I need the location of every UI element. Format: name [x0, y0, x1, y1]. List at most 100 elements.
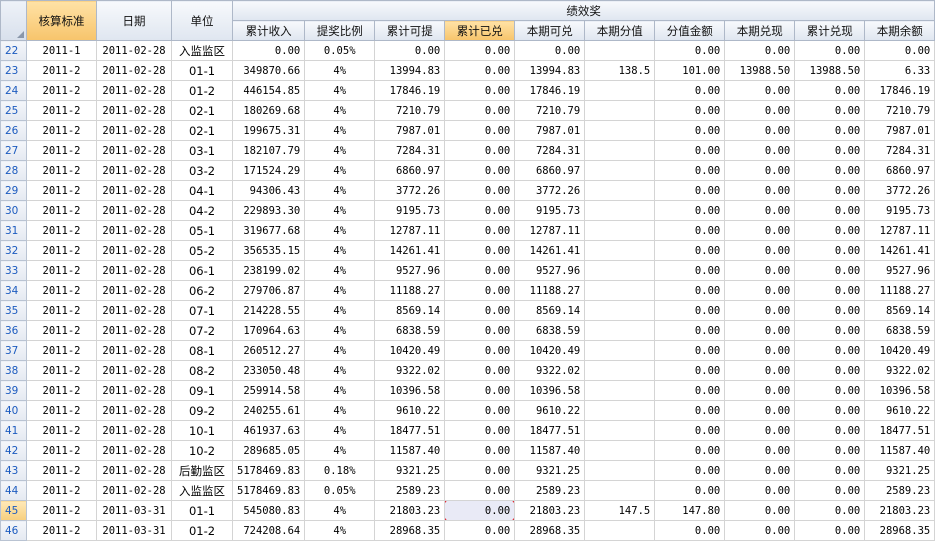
- cell-score-amount[interactable]: 0.00: [654, 240, 726, 261]
- cell-cum-income[interactable]: 238199.02: [231, 260, 306, 281]
- cell-period-redeemable[interactable]: 6838.59: [514, 320, 586, 341]
- cell-unit[interactable]: 01-1: [171, 500, 233, 521]
- cell-period-score[interactable]: [584, 200, 656, 221]
- cell-period-paid[interactable]: 0.00: [724, 460, 796, 481]
- cell-cum-income[interactable]: 170964.63: [231, 320, 306, 341]
- table-row[interactable]: 23 2011-2 2011-02-28 01-1 349870.66 4% 13994.8…: [0, 60, 936, 81]
- cell-period-paid[interactable]: 0.00: [724, 200, 796, 221]
- cell-standard[interactable]: 2011-2: [26, 80, 97, 101]
- cell-rate[interactable]: 4%: [304, 200, 376, 221]
- cell-cum-paid[interactable]: 13988.50: [794, 60, 866, 81]
- cell-date[interactable]: 2011-02-28: [96, 220, 172, 241]
- header-unit[interactable]: 单位: [171, 0, 233, 41]
- cell-period-redeemable[interactable]: 28968.35: [514, 520, 586, 541]
- cell-rate[interactable]: 4%: [304, 180, 376, 201]
- cell-cum-paid[interactable]: 0.00: [794, 480, 866, 501]
- cell-score-amount[interactable]: 0.00: [654, 160, 726, 181]
- cell-date[interactable]: 2011-02-28: [96, 480, 172, 501]
- row-number[interactable]: 33: [0, 260, 27, 281]
- cell-period-redeemable[interactable]: 7210.79: [514, 100, 586, 121]
- cell-cum-income[interactable]: 171524.29: [231, 160, 306, 181]
- cell-cum-paid[interactable]: 0.00: [794, 460, 866, 481]
- cell-standard[interactable]: 2011-2: [26, 120, 97, 141]
- cell-cum-income[interactable]: 180269.68: [231, 100, 306, 121]
- cell-period-score[interactable]: [584, 220, 656, 241]
- row-number[interactable]: 24: [0, 80, 27, 101]
- cell-score-amount[interactable]: 0.00: [654, 80, 726, 101]
- cell-rate[interactable]: 4%: [304, 360, 376, 381]
- cell-cum-paid[interactable]: 0.00: [794, 320, 866, 341]
- row-number[interactable]: 25: [0, 100, 27, 121]
- cell-period-score[interactable]: [584, 180, 656, 201]
- cell-unit[interactable]: 10-1: [171, 420, 233, 441]
- cell-score-amount[interactable]: 0.00: [654, 260, 726, 281]
- cell-standard[interactable]: 2011-1: [26, 40, 97, 61]
- cell-score-amount[interactable]: 0.00: [654, 480, 726, 501]
- cell-standard[interactable]: 2011-2: [26, 200, 97, 221]
- cell-period-balance[interactable]: 9195.73: [864, 200, 936, 221]
- cell-cum-redeemed[interactable]: 0.00: [444, 480, 516, 501]
- row-number[interactable]: 46: [0, 520, 27, 541]
- cell-date[interactable]: 2011-02-28: [96, 440, 172, 461]
- cell-rate[interactable]: 4%: [304, 440, 376, 461]
- cell-cum-available[interactable]: 10396.58: [374, 380, 446, 401]
- cell-score-amount[interactable]: 0.00: [654, 400, 726, 421]
- cell-period-score[interactable]: [584, 440, 656, 461]
- cell-cum-paid[interactable]: 0.00: [794, 500, 866, 521]
- cell-standard[interactable]: 2011-2: [26, 60, 97, 81]
- table-row[interactable]: 22 2011-1 2011-02-28 入监监区 0.00 0.05% 0.00 0.00 0…: [0, 40, 936, 61]
- table-row[interactable]: 32 2011-2 2011-02-28 05-2 356535.15 4% 14261.4…: [0, 240, 936, 261]
- cell-rate[interactable]: 4%: [304, 220, 376, 241]
- cell-period-balance[interactable]: 6838.59: [864, 320, 936, 341]
- cell-cum-available[interactable]: 9610.22: [374, 400, 446, 421]
- cell-unit[interactable]: 05-2: [171, 240, 233, 261]
- cell-period-balance[interactable]: 21803.23: [864, 500, 936, 521]
- cell-cum-available[interactable]: 7987.01: [374, 120, 446, 141]
- cell-cum-income[interactable]: 259914.58: [231, 380, 306, 401]
- cell-period-redeemable[interactable]: 21803.23: [514, 500, 586, 521]
- cell-score-amount[interactable]: 0.00: [654, 520, 726, 541]
- select-all-corner[interactable]: [0, 0, 27, 41]
- cell-period-score[interactable]: [584, 140, 656, 161]
- cell-period-redeemable[interactable]: 13994.83: [514, 60, 586, 81]
- cell-cum-available[interactable]: 9321.25: [374, 460, 446, 481]
- cell-unit[interactable]: 05-1: [171, 220, 233, 241]
- row-number[interactable]: 30: [0, 200, 27, 221]
- cell-period-balance[interactable]: 7284.31: [864, 140, 936, 161]
- cell-period-redeemable[interactable]: 11587.40: [514, 440, 586, 461]
- cell-cum-available[interactable]: 28968.35: [374, 520, 446, 541]
- cell-period-paid[interactable]: 0.00: [724, 160, 796, 181]
- cell-period-redeemable[interactable]: 12787.11: [514, 220, 586, 241]
- cell-period-balance[interactable]: 11188.27: [864, 280, 936, 301]
- cell-rate[interactable]: 4%: [304, 340, 376, 361]
- cell-cum-paid[interactable]: 0.00: [794, 40, 866, 61]
- cell-score-amount[interactable]: 0.00: [654, 300, 726, 321]
- cell-date[interactable]: 2011-03-31: [96, 500, 172, 521]
- cell-cum-paid[interactable]: 0.00: [794, 300, 866, 321]
- cell-date[interactable]: 2011-02-28: [96, 260, 172, 281]
- table-row[interactable]: 37 2011-2 2011-02-28 08-1 260512.27 4% 10420.4…: [0, 340, 936, 361]
- row-number[interactable]: 23: [0, 60, 27, 81]
- cell-unit[interactable]: 02-1: [171, 120, 233, 141]
- cell-date[interactable]: 2011-02-28: [96, 420, 172, 441]
- cell-date[interactable]: 2011-02-28: [96, 160, 172, 181]
- cell-score-amount[interactable]: 0.00: [654, 280, 726, 301]
- cell-rate[interactable]: 4%: [304, 260, 376, 281]
- cell-period-balance[interactable]: 14261.41: [864, 240, 936, 261]
- cell-cum-redeemed[interactable]: 0.00: [444, 460, 516, 481]
- header-period-balance[interactable]: 本期余额: [864, 20, 936, 41]
- cell-period-redeemable[interactable]: 3772.26: [514, 180, 586, 201]
- cell-period-paid[interactable]: 0.00: [724, 440, 796, 461]
- cell-rate[interactable]: 4%: [304, 160, 376, 181]
- cell-score-amount[interactable]: 0.00: [654, 120, 726, 141]
- cell-cum-available[interactable]: 17846.19: [374, 80, 446, 101]
- cell-period-balance[interactable]: 28968.35: [864, 520, 936, 541]
- row-number[interactable]: 39: [0, 380, 27, 401]
- cell-cum-income[interactable]: 349870.66: [231, 60, 306, 81]
- cell-standard[interactable]: 2011-2: [26, 440, 97, 461]
- cell-period-score[interactable]: [584, 340, 656, 361]
- cell-rate[interactable]: 4%: [304, 300, 376, 321]
- cell-period-balance[interactable]: 0.00: [864, 40, 936, 61]
- cell-period-paid[interactable]: 0.00: [724, 380, 796, 401]
- table-row[interactable]: 33 2011-2 2011-02-28 06-1 238199.02 4% 9527.96…: [0, 260, 936, 281]
